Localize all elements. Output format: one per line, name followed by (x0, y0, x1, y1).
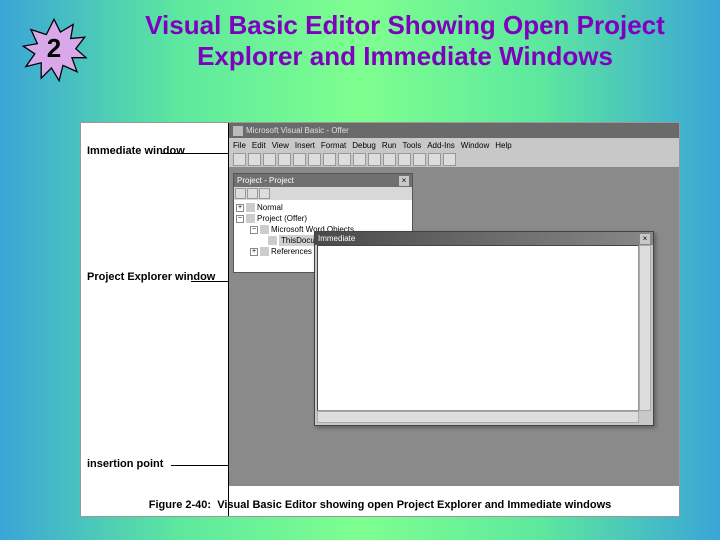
menu-tools[interactable]: Tools (403, 141, 422, 150)
vbe-title-text: Microsoft Visual Basic - Offer (246, 126, 349, 135)
toolbar-button[interactable] (413, 153, 426, 166)
menu-view[interactable]: View (272, 141, 289, 150)
tree-node-project[interactable]: − Project (Offer) (236, 213, 410, 224)
tree-label: Normal (257, 202, 283, 213)
starburst-badge: 2 (18, 18, 90, 82)
pe-view-code-icon[interactable] (235, 188, 246, 199)
toolbar-button[interactable] (233, 153, 246, 166)
immediate-title: Immediate (318, 234, 355, 243)
scrollbar-horizontal[interactable] (317, 411, 639, 423)
project-explorer-toolbar (234, 187, 412, 200)
document-icon (268, 236, 277, 245)
toolbar-button[interactable] (443, 153, 456, 166)
expand-icon[interactable]: + (236, 204, 244, 212)
project-explorer-titlebar: Project - Project × (234, 174, 412, 187)
callout-column: Immediate window Project Explorer window… (81, 123, 229, 516)
menu-format[interactable]: Format (321, 141, 346, 150)
immediate-window: Immediate × (314, 231, 654, 426)
toolbar-button[interactable] (308, 153, 321, 166)
callout-insertion-point: insertion point (87, 458, 163, 470)
immediate-titlebar: Immediate × (315, 232, 653, 245)
toolbar (229, 152, 679, 168)
expand-icon[interactable]: + (250, 248, 258, 256)
folder-icon (260, 225, 269, 234)
project-explorer-title: Project - Project (237, 176, 294, 185)
tree-node-normal[interactable]: + Normal (236, 202, 410, 213)
toolbar-button[interactable] (338, 153, 351, 166)
menu-run[interactable]: Run (382, 141, 397, 150)
toolbar-button[interactable] (368, 153, 381, 166)
toolbar-button[interactable] (263, 153, 276, 166)
menu-edit[interactable]: Edit (252, 141, 266, 150)
collapse-icon[interactable]: − (236, 215, 244, 223)
close-icon[interactable]: × (640, 234, 650, 244)
toolbar-button[interactable] (248, 153, 261, 166)
menu-file[interactable]: File (233, 141, 246, 150)
badge-number: 2 (47, 33, 61, 64)
app-icon (233, 126, 243, 136)
toolbar-button[interactable] (293, 153, 306, 166)
figure-container: Immediate window Project Explorer window… (80, 122, 680, 517)
project-icon (246, 214, 255, 223)
tree-label: Project (Offer) (257, 213, 307, 224)
vbe-titlebar: Microsoft Visual Basic - Offer (229, 123, 679, 138)
collapse-icon[interactable]: − (250, 226, 258, 234)
menu-help[interactable]: Help (495, 141, 511, 150)
menu-window[interactable]: Window (461, 141, 489, 150)
tree-label: References (271, 246, 312, 257)
leader-line (161, 153, 229, 154)
close-icon[interactable]: × (399, 176, 409, 186)
menu-debug[interactable]: Debug (352, 141, 376, 150)
pe-view-object-icon[interactable] (247, 188, 258, 199)
menu-insert[interactable]: Insert (295, 141, 315, 150)
toolbar-button[interactable] (398, 153, 411, 166)
immediate-textarea[interactable] (317, 245, 639, 411)
menu-addins[interactable]: Add-Ins (427, 141, 455, 150)
toolbar-button[interactable] (428, 153, 441, 166)
toolbar-button[interactable] (278, 153, 291, 166)
toolbar-button[interactable] (353, 153, 366, 166)
menubar: File Edit View Insert Format Debug Run T… (229, 138, 679, 152)
slide-heading: Visual Basic Editor Showing Open Project… (130, 10, 680, 72)
toolbar-button[interactable] (383, 153, 396, 166)
figure-caption: Figure 2-40: Visual Basic Editor showing… (81, 497, 679, 514)
scrollbar-vertical[interactable] (639, 245, 651, 411)
toolbar-button[interactable] (323, 153, 336, 166)
vbe-window: Microsoft Visual Basic - Offer File Edit… (229, 123, 679, 486)
project-icon (246, 203, 255, 212)
callout-immediate-window: Immediate window (87, 145, 185, 157)
pe-toggle-folders-icon[interactable] (259, 188, 270, 199)
folder-icon (260, 247, 269, 256)
